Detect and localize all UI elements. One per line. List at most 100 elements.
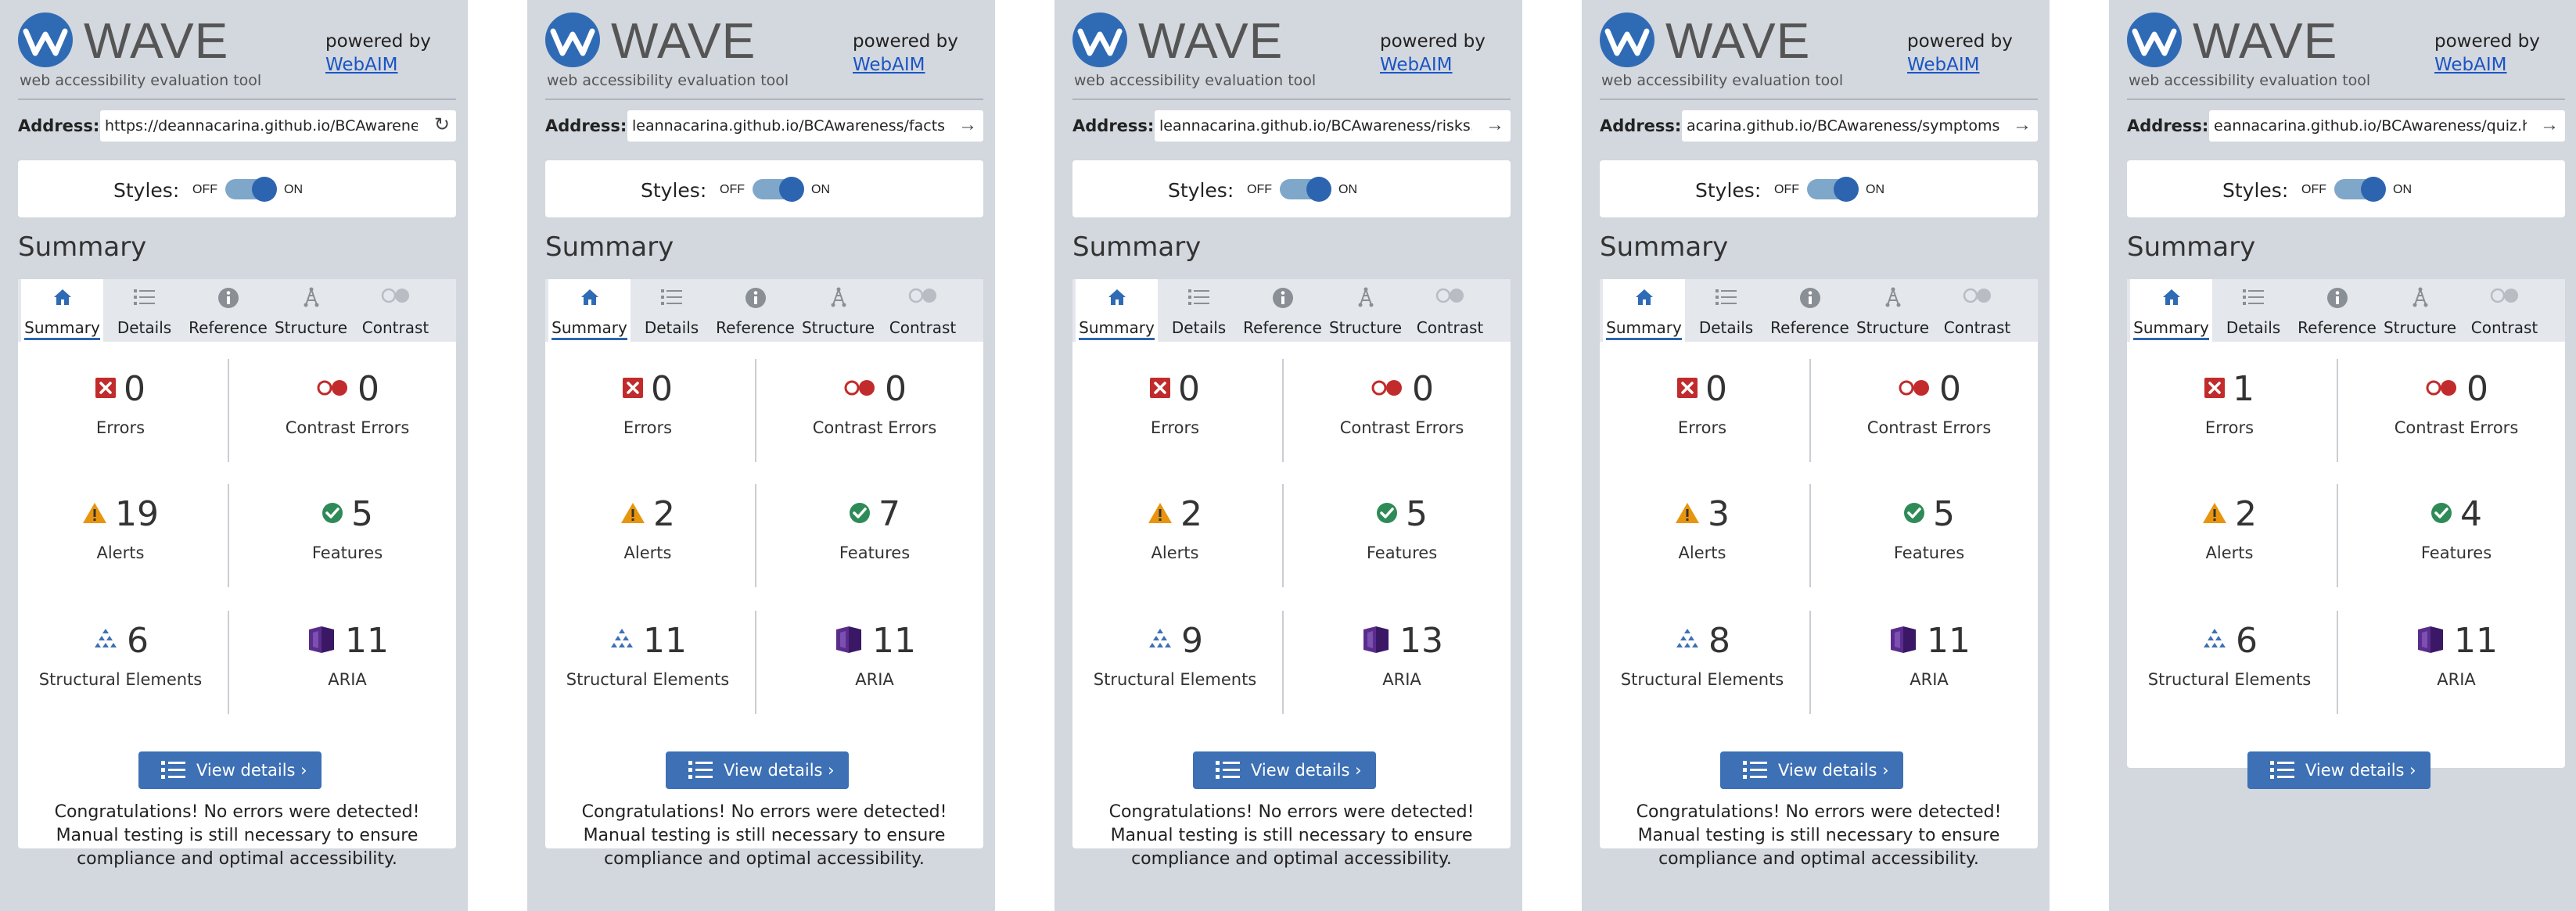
view-details-button[interactable]: View details › xyxy=(666,751,849,789)
tab-summary[interactable]: Summary xyxy=(1603,279,1685,342)
tab-structure[interactable]: Structure xyxy=(797,279,879,342)
view-details-button[interactable]: View details › xyxy=(1193,751,1376,789)
stat-structure[interactable]: 8 Structural Elements xyxy=(1601,604,1803,714)
tab-contrast[interactable]: Contrast xyxy=(882,279,964,342)
stat-aria[interactable]: 11 ARIA xyxy=(2355,604,2557,714)
view-details-button[interactable]: View details › xyxy=(1720,751,1903,789)
tab-structure[interactable]: Structure xyxy=(270,279,352,342)
stat-structure[interactable]: 11 Structural Elements xyxy=(547,604,749,714)
tab-reference[interactable]: Reference xyxy=(2296,279,2378,342)
stat-label: Contrast Errors xyxy=(2394,418,2519,437)
address-input[interactable]: https://deannacarina.github.io/BCAwarene… xyxy=(100,110,456,142)
stat-features[interactable]: 7 Features xyxy=(774,478,975,587)
tab-reference[interactable]: Reference xyxy=(714,279,796,342)
stat-features[interactable]: 4 Features xyxy=(2355,478,2557,587)
toggle-knob[interactable] xyxy=(1306,177,1331,202)
address-input[interactable]: acarina.github.io/BCAwareness/symptoms → xyxy=(1682,110,2038,142)
styles-on-label: ON xyxy=(2393,183,2412,196)
webaim-link[interactable]: WebAIM xyxy=(1907,55,1980,75)
stat-contrast[interactable]: 0 Contrast Errors xyxy=(1828,353,2030,462)
tab-details[interactable]: Details xyxy=(2212,279,2294,342)
stat-aria[interactable]: 11 ARIA xyxy=(246,604,448,714)
styles-toggle[interactable] xyxy=(1280,177,1331,202)
tab-contrast[interactable]: Contrast xyxy=(1936,279,2018,342)
stat-errors[interactable]: 0 Errors xyxy=(547,353,749,462)
address-input[interactable]: eannacarina.github.io/BCAwareness/quiz.h… xyxy=(2209,110,2565,142)
webaim-link[interactable]: WebAIM xyxy=(1380,55,1453,75)
tab-structure[interactable]: Structure xyxy=(1852,279,1934,342)
arrow-right-icon[interactable]: → xyxy=(2013,115,2032,135)
toggle-knob[interactable] xyxy=(1834,177,1859,202)
stat-alerts[interactable]: 2 Alerts xyxy=(1074,478,1276,587)
styles-toggle[interactable] xyxy=(2334,177,2386,202)
stat-features[interactable]: 5 Features xyxy=(246,478,448,587)
stat-aria[interactable]: 13 ARIA xyxy=(1301,604,1503,714)
webaim-link[interactable]: WebAIM xyxy=(853,55,925,75)
stat-errors[interactable]: 1 Errors xyxy=(2129,353,2330,462)
tab-summary[interactable]: Summary xyxy=(548,279,631,342)
stat-aria[interactable]: 11 ARIA xyxy=(1828,604,2030,714)
stat-structure[interactable]: 9 Structural Elements xyxy=(1074,604,1276,714)
tab-details[interactable]: Details xyxy=(1685,279,1767,342)
stat-features[interactable]: 5 Features xyxy=(1301,478,1503,587)
stat-contrast[interactable]: 0 Contrast Errors xyxy=(1301,353,1503,462)
stat-contrast[interactable]: 0 Contrast Errors xyxy=(774,353,975,462)
tab-reference[interactable]: Reference xyxy=(1769,279,1851,342)
stat-label: Structural Elements xyxy=(38,670,203,689)
reload-icon[interactable]: ↻ xyxy=(434,115,450,135)
stat-alerts[interactable]: 2 Alerts xyxy=(2129,478,2330,587)
address-value[interactable]: leannacarina.github.io/BCAwareness/risks… xyxy=(1159,117,1472,134)
tab-contrast[interactable]: Contrast xyxy=(354,279,437,342)
address-value[interactable]: eannacarina.github.io/BCAwareness/quiz.h… xyxy=(2214,117,2527,134)
address-value[interactable]: leannacarina.github.io/BCAwareness/facts… xyxy=(632,117,945,134)
stat-errors[interactable]: 0 Errors xyxy=(1074,353,1276,462)
styles-toggle[interactable] xyxy=(1807,177,1859,202)
stat-alerts[interactable]: 2 Alerts xyxy=(547,478,749,587)
tab-structure[interactable]: Structure xyxy=(2379,279,2461,342)
webaim-link[interactable]: WebAIM xyxy=(2434,55,2507,75)
stat-errors[interactable]: 0 Errors xyxy=(20,353,221,462)
address-input[interactable]: leannacarina.github.io/BCAwareness/risks… xyxy=(1155,110,1511,142)
view-details-button[interactable]: View details › xyxy=(2247,751,2430,789)
arrow-right-icon[interactable]: → xyxy=(958,115,977,135)
stat-alerts[interactable]: 19 Alerts xyxy=(20,478,221,587)
toggle-knob[interactable] xyxy=(779,177,804,202)
summary-stats: 0 Errors 0 Contrast Errors 2 Alerts 7 Features 1… xyxy=(545,342,983,714)
stat-aria[interactable]: 11 ARIA xyxy=(774,604,975,714)
tab-reference[interactable]: Reference xyxy=(1241,279,1324,342)
powered-by-label: powered by xyxy=(2434,31,2540,52)
stat-contrast[interactable]: 0 Contrast Errors xyxy=(246,353,448,462)
stat-errors[interactable]: 0 Errors xyxy=(1601,353,1803,462)
stat-structure[interactable]: 6 Structural Elements xyxy=(20,604,221,714)
address-value[interactable]: acarina.github.io/BCAwareness/symptoms xyxy=(1687,117,1999,134)
tab-summary[interactable]: Summary xyxy=(1076,279,1158,342)
stat-features[interactable]: 5 Features xyxy=(1828,478,2030,587)
stat-alerts[interactable]: 3 Alerts xyxy=(1601,478,1803,587)
toggle-knob[interactable] xyxy=(252,177,277,202)
list-icon xyxy=(2212,287,2294,309)
webaim-link[interactable]: WebAIM xyxy=(325,55,398,75)
summary-heading: Summary xyxy=(18,231,147,263)
tab-summary[interactable]: Summary xyxy=(21,279,103,342)
tab-details[interactable]: Details xyxy=(103,279,185,342)
tab-details[interactable]: Details xyxy=(631,279,713,342)
tab-structure[interactable]: Structure xyxy=(1324,279,1407,342)
stat-contrast[interactable]: 0 Contrast Errors xyxy=(2355,353,2557,462)
tab-details[interactable]: Details xyxy=(1158,279,1240,342)
styles-toggle[interactable] xyxy=(225,177,277,202)
arrow-right-icon[interactable]: → xyxy=(2540,115,2559,135)
address-input[interactable]: leannacarina.github.io/BCAwareness/facts… xyxy=(627,110,983,142)
address-value[interactable]: https://deannacarina.github.io/BCAwarene xyxy=(105,117,418,134)
info-icon xyxy=(1241,287,1324,309)
arrow-right-icon[interactable]: → xyxy=(1486,115,1504,135)
aria-icon xyxy=(1888,625,1919,658)
view-details-button[interactable]: View details › xyxy=(138,751,322,789)
tab-contrast[interactable]: Contrast xyxy=(2463,279,2545,342)
tab-contrast[interactable]: Contrast xyxy=(1409,279,1491,342)
tab-reference[interactable]: Reference xyxy=(187,279,269,342)
powered-by-label: powered by xyxy=(853,31,958,52)
tab-summary[interactable]: Summary xyxy=(2130,279,2212,342)
styles-toggle[interactable] xyxy=(753,177,804,202)
toggle-knob[interactable] xyxy=(2361,177,2386,202)
stat-structure[interactable]: 6 Structural Elements xyxy=(2129,604,2330,714)
